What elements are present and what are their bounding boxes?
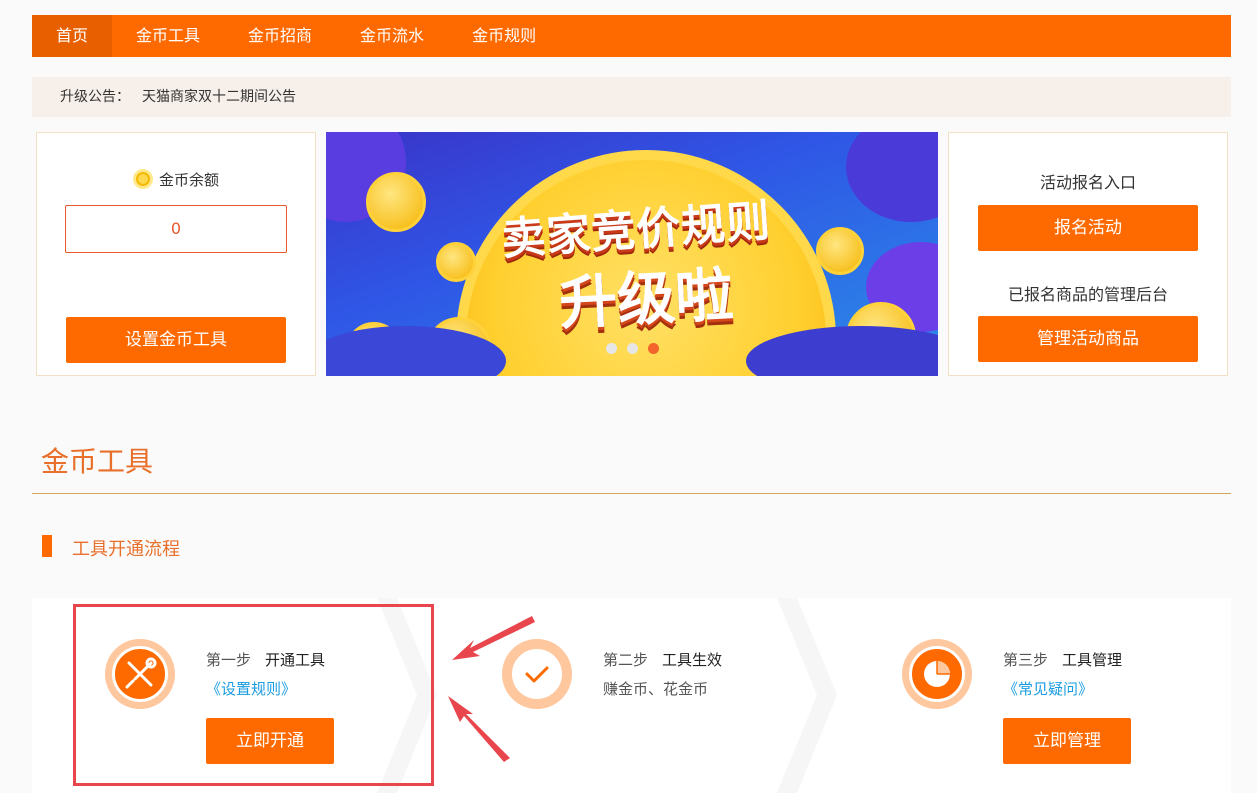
pie-chart-icon: [902, 639, 972, 709]
promo-banner[interactable]: 卖家竞价规则 升级啦: [326, 132, 938, 376]
announcement-bar: 升级公告： 天猫商家双十二期间公告: [32, 77, 1231, 117]
balance-label: 金币余额: [158, 171, 219, 189]
nav-item-home[interactable]: 首页: [32, 15, 113, 57]
section-title: 金币工具: [41, 445, 154, 478]
nav-item-coin-flow[interactable]: 金币流水: [336, 15, 448, 57]
step3-number: 第三步: [1003, 651, 1049, 669]
nav-item-coin-tools[interactable]: 金币工具: [112, 15, 224, 57]
step2-number: 第二步: [603, 651, 649, 669]
chevron-divider: [777, 598, 837, 793]
step2-desc: 赚金币、花金币: [603, 680, 709, 698]
carousel-dot[interactable]: [605, 343, 617, 354]
page: 首页 金币工具 金币招商 金币流水 金币规则 升级公告： 天猫商家双十二期间公告 …: [0, 0, 1257, 793]
annotation-arrows: [448, 616, 535, 762]
set-coin-tool-button[interactable]: 设置金币工具: [66, 317, 286, 363]
coin-icon: [132, 169, 153, 189]
carousel-dot[interactable]: [626, 343, 638, 354]
section-divider: [32, 493, 1231, 494]
activity-manage-title: 已报名商品的管理后台: [1007, 285, 1168, 304]
carousel-dots: [326, 339, 938, 358]
banner-blob: [846, 132, 938, 222]
balance-title: 金币余额: [37, 169, 315, 190]
balance-value: 0: [65, 205, 287, 253]
nav-item-coin-merchants[interactable]: 金币招商: [224, 15, 336, 57]
nav-item-coin-rules[interactable]: 金币规则: [448, 15, 560, 57]
activity-entry-title: 活动报名入口: [1039, 173, 1136, 192]
step3-label: 第三步 工具管理: [1003, 649, 1122, 670]
banner-subheadline: 升级啦: [557, 260, 735, 338]
top-nav: 首页 金币工具 金币招商 金币流水 金币规则: [32, 15, 1231, 57]
manage-activity-items-button[interactable]: 管理活动商品: [978, 316, 1198, 362]
manage-now-button[interactable]: 立即管理: [1003, 718, 1131, 764]
announcement-text[interactable]: 天猫商家双十二期间公告: [142, 89, 296, 105]
carousel-dot-active[interactable]: [647, 343, 659, 354]
step3-faq-link[interactable]: 《常见疑问》: [1003, 678, 1093, 699]
step2-name: 工具生效: [662, 651, 723, 669]
highlight-box: [73, 604, 434, 786]
activity-panel: 活动报名入口 报名活动 已报名商品的管理后台 管理活动商品: [948, 132, 1228, 376]
banner-coin: [816, 227, 864, 275]
step2-label: 第二步 工具生效: [603, 649, 722, 670]
banner-coin: [366, 172, 426, 232]
subtitle-marker: [42, 535, 52, 557]
balance-panel: 金币余额 0 设置金币工具: [36, 132, 316, 376]
step3-name: 工具管理: [1062, 651, 1123, 669]
announcement-label: 升级公告：: [60, 89, 130, 105]
signup-activity-button[interactable]: 报名活动: [978, 205, 1198, 251]
section-subtitle: 工具开通流程: [72, 539, 180, 560]
